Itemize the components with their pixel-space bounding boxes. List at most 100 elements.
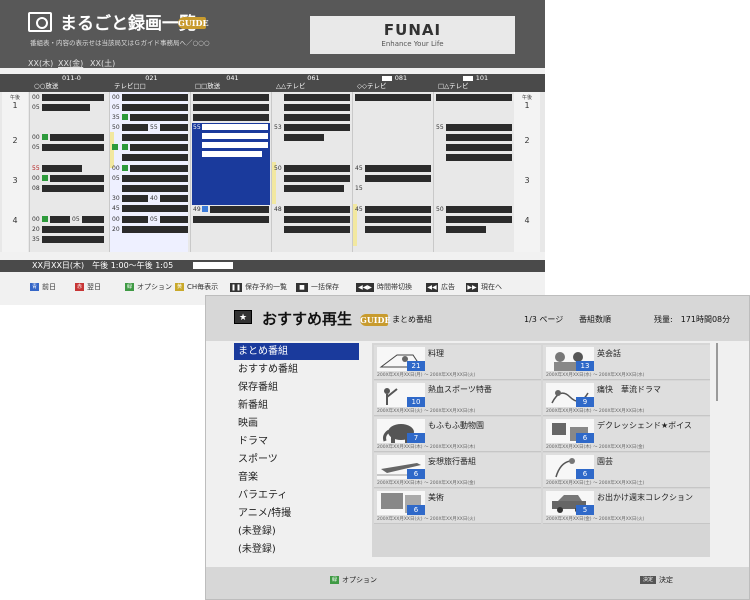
day-tab[interactable]: XX(土): [90, 58, 115, 69]
program-cell[interactable]: [122, 104, 188, 111]
program-cell[interactable]: [284, 114, 350, 121]
program-cell[interactable]: [284, 216, 350, 223]
time-switch-key[interactable]: ◀◀▶ 時間帯切換: [356, 282, 412, 292]
program-cell[interactable]: [193, 114, 269, 121]
program-cell[interactable]: [446, 226, 486, 233]
program-cell[interactable]: [42, 104, 90, 111]
program-cell[interactable]: [193, 104, 269, 111]
bulk-save-key[interactable]: ■ 一括保存: [296, 282, 339, 292]
program-cell[interactable]: [42, 226, 104, 233]
program-cell[interactable]: [355, 94, 431, 101]
program-cell[interactable]: [436, 94, 512, 101]
program-cell[interactable]: [50, 134, 104, 141]
program-cell[interactable]: [50, 175, 104, 182]
category-item[interactable]: (未登録): [234, 541, 359, 558]
category-item[interactable]: 保存番組: [234, 379, 359, 396]
program-card[interactable]: 7 もふもふ動物園 200X年XX月XX日(木) ～ 200X年XX月XX日(木…: [374, 417, 541, 452]
program-cell[interactable]: [365, 165, 431, 172]
program-cell[interactable]: [365, 206, 431, 213]
program-cell[interactable]: [193, 216, 269, 223]
day-tab-selected[interactable]: XX(金): [58, 58, 83, 69]
option-key[interactable]: 緑オプション: [125, 282, 172, 292]
prev-day-key[interactable]: 青前日: [30, 282, 56, 292]
program-cell[interactable]: [446, 216, 512, 223]
program-card[interactable]: 5 お出かけ週末コレクション 200X年XX月XX日(金) ～ 200X年XX月…: [543, 489, 710, 524]
category-item[interactable]: バラエティ: [234, 487, 359, 504]
program-cell[interactable]: [42, 94, 104, 101]
program-cell[interactable]: [210, 206, 269, 213]
option-key[interactable]: 緑オプション: [330, 575, 377, 585]
program-cell[interactable]: [446, 134, 512, 141]
program-cell[interactable]: [122, 195, 148, 202]
program-cell[interactable]: [130, 114, 188, 121]
program-cell[interactable]: [122, 185, 188, 192]
day-tab[interactable]: XX(木): [28, 58, 53, 69]
program-cell[interactable]: [284, 124, 350, 131]
program-cell[interactable]: [42, 144, 104, 151]
program-cell[interactable]: [284, 165, 350, 172]
program-cell[interactable]: [365, 216, 431, 223]
program-cell[interactable]: [122, 175, 188, 182]
program-cell[interactable]: [160, 216, 188, 223]
program-cell[interactable]: [446, 154, 512, 161]
program-cell[interactable]: [284, 134, 324, 141]
channel-col-header[interactable]: 061 △△テレビ: [272, 74, 351, 92]
category-item[interactable]: ドラマ: [234, 433, 359, 450]
program-cell[interactable]: [446, 144, 512, 151]
channel-col-header[interactable]: 021 テレビ□□: [110, 74, 189, 92]
program-cell[interactable]: [122, 94, 188, 101]
sort-order[interactable]: 番組数順: [579, 314, 611, 325]
program-cell[interactable]: [42, 236, 104, 243]
ad-key[interactable]: ◀◀ 広告: [426, 282, 455, 292]
program-cell[interactable]: [50, 216, 70, 223]
program-cell[interactable]: [284, 226, 350, 233]
program-card[interactable]: 6 園芸 200X年XX月XX日(土) ～ 200X年XX月XX日(土): [543, 453, 710, 488]
program-cell[interactable]: [284, 185, 344, 192]
program-cell[interactable]: [160, 195, 188, 202]
program-cell[interactable]: [446, 124, 512, 131]
category-item[interactable]: おすすめ番組: [234, 361, 359, 378]
selected-program[interactable]: 55: [192, 123, 270, 205]
reserve-list-key[interactable]: ❚❚ 保存予約一覧: [230, 282, 287, 292]
program-cell[interactable]: [284, 94, 350, 101]
program-cell[interactable]: [122, 124, 148, 131]
program-cell[interactable]: [130, 165, 188, 172]
channel-col-header[interactable]: 081 ◇◇テレビ: [353, 74, 432, 92]
next-day-key[interactable]: 赤翌日: [75, 282, 101, 292]
program-cell[interactable]: [122, 134, 188, 141]
program-cell[interactable]: [122, 154, 188, 161]
program-cell[interactable]: [122, 226, 188, 233]
category-item-selected[interactable]: まとめ番組: [234, 343, 359, 360]
program-cell[interactable]: [82, 216, 104, 223]
program-card[interactable]: 6 美術 200X年XX月XX日(火) ～ 200X年XX月XX日(火): [374, 489, 541, 524]
program-cell[interactable]: [42, 185, 104, 192]
program-cell[interactable]: [42, 165, 82, 172]
ch-display-key[interactable]: 黄 CH毎表示: [175, 282, 218, 292]
program-cell[interactable]: [122, 216, 148, 223]
ok-key[interactable]: 決定 決定: [640, 575, 673, 585]
program-card[interactable]: 6 デクレッシェンド★ボイス 200X年XX月XX日(木) ～ 200X年XX月…: [543, 417, 710, 452]
category-item[interactable]: アニメ/特撮: [234, 505, 359, 522]
to-now-key[interactable]: ▶▶ 現在へ: [466, 282, 502, 292]
category-item[interactable]: 映画: [234, 415, 359, 432]
channel-col-header[interactable]: 101 □△テレビ: [434, 74, 513, 92]
channel-col-header[interactable]: 011-0 ○○放送: [30, 74, 109, 92]
category-item[interactable]: 音楽: [234, 469, 359, 486]
program-cell[interactable]: [284, 104, 350, 111]
scrollbar[interactable]: [716, 343, 718, 401]
category-item[interactable]: (未登録): [234, 523, 359, 540]
program-card[interactable]: 21 料理 200X年XX月XX日(月) ～ 200X年XX月XX日(火): [374, 345, 541, 380]
program-card[interactable]: 13 英会話 200X年XX月XX日(水) ～ 200X年XX月XX日(水): [543, 345, 710, 380]
program-card[interactable]: 10 熱血スポーツ特番 200X年XX月XX日(火) ～ 200X年XX月XX日…: [374, 381, 541, 416]
program-cell[interactable]: [365, 175, 431, 182]
category-item[interactable]: 新番組: [234, 397, 359, 414]
program-cell[interactable]: [446, 206, 512, 213]
program-card[interactable]: 6 妄想旅行番組 200X年XX月XX日(木) ～ 200X年XX月XX日(金): [374, 453, 541, 488]
channel-col-header[interactable]: 041 □□放送: [191, 74, 270, 92]
program-cell[interactable]: [284, 206, 350, 213]
program-cell[interactable]: [365, 226, 431, 233]
program-cell[interactable]: [284, 175, 350, 182]
program-cell[interactable]: [193, 94, 269, 101]
program-cell[interactable]: [160, 124, 188, 131]
program-cell[interactable]: [130, 144, 188, 151]
